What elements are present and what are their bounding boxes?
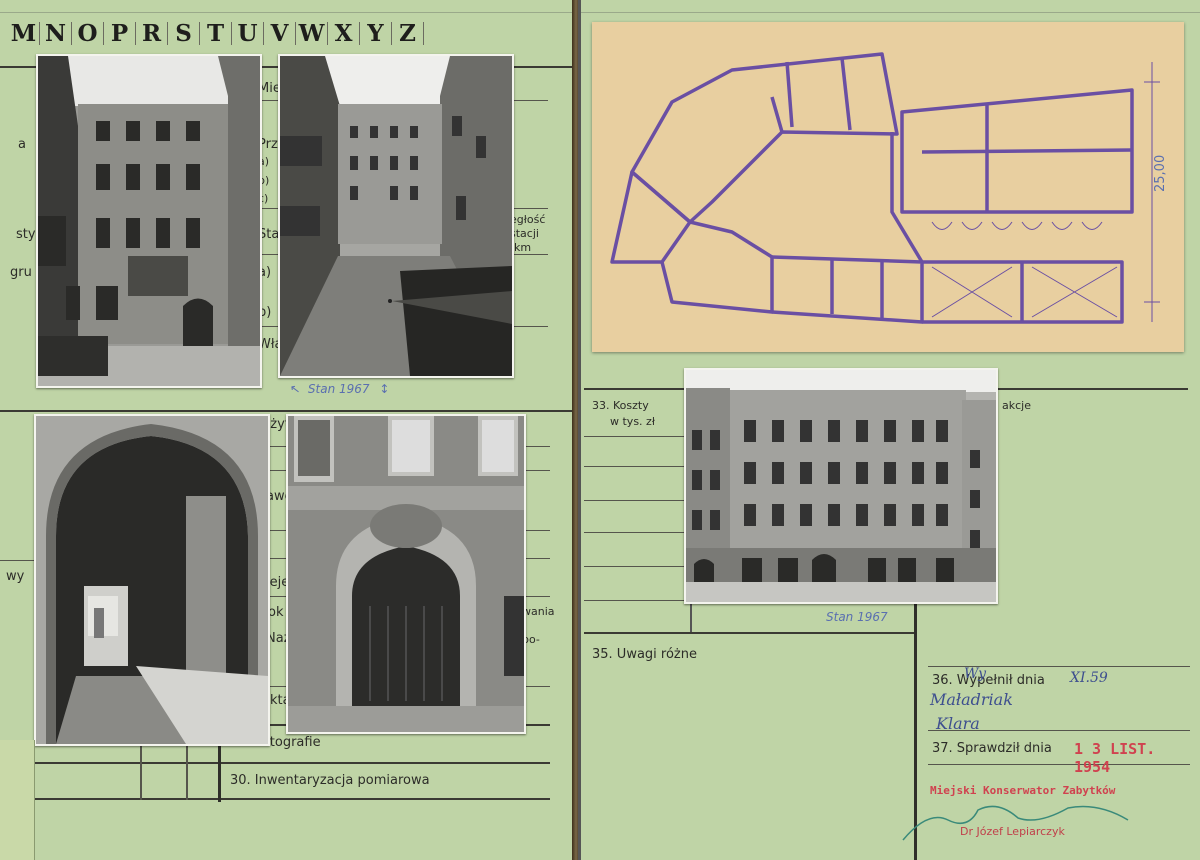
left-edge-rule bbox=[578, 0, 581, 860]
fragment-sty: sty bbox=[16, 227, 36, 242]
photo-courtyard-facade bbox=[36, 54, 262, 388]
rule bbox=[584, 566, 684, 567]
index-letter-z: Z bbox=[392, 22, 424, 45]
field-koszty-sub: w tys. zł bbox=[610, 415, 655, 428]
photo-courtyard-perspective bbox=[278, 54, 514, 378]
top-rule bbox=[0, 12, 574, 13]
field-uwagi: 35. Uwagi różne bbox=[592, 647, 697, 662]
field-inwentaryzacja: 30. Inwentaryzacja pomiarowa bbox=[230, 773, 430, 788]
rule bbox=[0, 798, 550, 800]
rule bbox=[584, 600, 684, 601]
handwritten-name-2: Klara bbox=[936, 714, 980, 733]
index-letter-m: M bbox=[8, 22, 40, 45]
rule bbox=[0, 762, 550, 764]
index-letter-n: N bbox=[40, 22, 72, 45]
column-rule bbox=[140, 745, 142, 800]
index-letter-v: V bbox=[264, 22, 296, 45]
column-rule bbox=[218, 742, 221, 802]
pencil-annotation: ↖ Stan 1967 ↕ bbox=[289, 381, 390, 397]
index-letter-r: R bbox=[136, 22, 168, 45]
floor-plan-sheet: 25,00 bbox=[592, 22, 1184, 352]
field-sprawdzil: 37. Sprawdził dnia bbox=[932, 741, 1052, 756]
column-rule bbox=[690, 600, 692, 632]
index-letter-o: O bbox=[72, 22, 104, 45]
card-edge bbox=[0, 740, 35, 860]
rule bbox=[584, 500, 684, 501]
fragment-km: km bbox=[514, 241, 532, 254]
column-rule bbox=[186, 745, 188, 800]
handwritten-prefix: Wy bbox=[964, 666, 986, 682]
rule bbox=[584, 436, 684, 437]
plan-dimension: 25,00 bbox=[1153, 155, 1168, 192]
index-letter-p: P bbox=[104, 22, 136, 45]
field-akcje: akcje bbox=[1002, 399, 1031, 412]
rule bbox=[584, 388, 684, 390]
fragment-wy: wy bbox=[6, 569, 25, 584]
stamp-date: 1 3 LIST. 1954 bbox=[1074, 740, 1156, 776]
index-letter-w: W bbox=[296, 22, 328, 45]
fragment-odleglosc: egłość bbox=[510, 213, 546, 226]
rule bbox=[584, 532, 684, 533]
card-left-page: MNOPRSTUVWXYZ Mie a Prz a) b) c) sty Sta… bbox=[0, 0, 574, 860]
photo-street-facade bbox=[684, 368, 998, 604]
rule bbox=[584, 466, 684, 467]
fragment-a: a bbox=[18, 137, 26, 152]
fragment-ok: ok bbox=[268, 605, 284, 620]
fragment-wania: wania bbox=[522, 605, 555, 618]
alphabet-index: MNOPRSTUVWXYZ bbox=[8, 22, 424, 45]
rule bbox=[998, 388, 1188, 390]
index-letter-t: T bbox=[200, 22, 232, 45]
index-letter-x: X bbox=[328, 22, 360, 45]
card-right-page: 25,00 33. Koszty w tys. zł akcje 35. Uwa… bbox=[578, 0, 1200, 860]
signature bbox=[902, 805, 1129, 841]
photo-gothic-portal bbox=[34, 414, 270, 746]
photo-baroque-doorway bbox=[286, 414, 526, 734]
handwritten-date: XI.59 bbox=[1070, 670, 1108, 686]
index-letter-s: S bbox=[168, 22, 200, 45]
field-wypelnil: 36. Wypełnił dnia bbox=[932, 673, 1045, 688]
photo-annotation: Stan 1967 bbox=[826, 610, 888, 624]
section-rule bbox=[0, 410, 574, 412]
rule bbox=[0, 560, 34, 561]
rule bbox=[584, 632, 914, 634]
top-rule bbox=[578, 12, 1200, 13]
fragment-gru: gru bbox=[10, 265, 32, 280]
floor-plan-drawing: 25,00 bbox=[610, 52, 1168, 324]
index-letter-u: U bbox=[232, 22, 264, 45]
handwritten-name-1: Maładriak bbox=[930, 690, 1013, 709]
index-letter-y: Y bbox=[360, 22, 392, 45]
fragment-stacji: stacji bbox=[510, 227, 539, 240]
field-koszty: 33. Koszty bbox=[592, 399, 649, 412]
